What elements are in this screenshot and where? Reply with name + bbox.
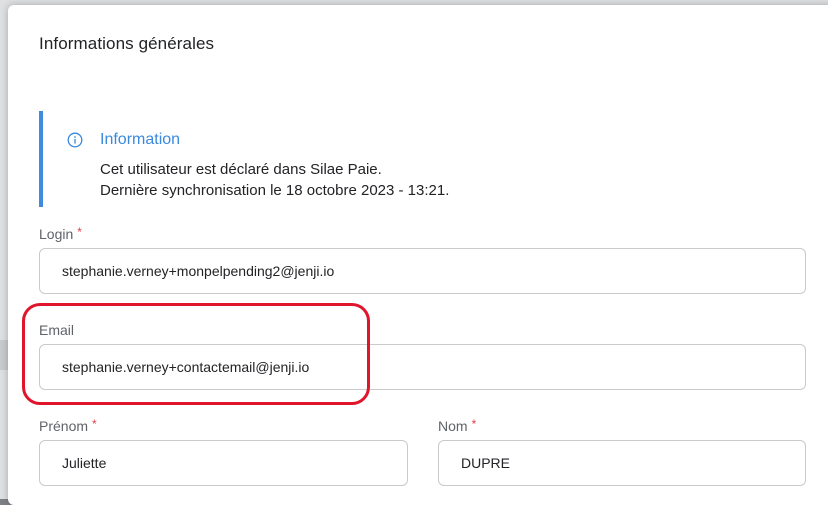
info-heading: Information [100,131,181,148]
info-circle-icon [67,132,83,148]
modal-title: Informations générales [39,34,215,53]
info-message-line-2: Dernière synchronisation le 18 octobre 2… [100,182,450,199]
nom-label-text: Nom [438,418,468,434]
prenom-required-mark: * [92,417,97,431]
prenom-input[interactable] [39,440,408,486]
login-required-mark: * [77,225,82,239]
login-input[interactable] [39,248,806,294]
email-label: Email [39,322,74,338]
email-label-text: Email [39,322,75,338]
prenom-label-text: Prénom [39,418,89,434]
prenom-label: Prénom * [39,417,97,434]
user-info-modal: Informations générales Information Cet u… [8,5,828,505]
nom-required-mark: * [471,417,477,431]
nom-input[interactable] [438,440,806,486]
info-banner-accent [39,111,43,207]
login-label-text: Login [39,226,74,242]
login-label: Login * [39,225,82,242]
email-input[interactable] [39,344,806,390]
info-banner: Information Cet utilisateur est déclaré … [39,111,809,207]
nom-label: Nom * [438,417,477,434]
info-message-line-1: Cet utilisateur est déclaré dans Silae P… [100,161,382,178]
